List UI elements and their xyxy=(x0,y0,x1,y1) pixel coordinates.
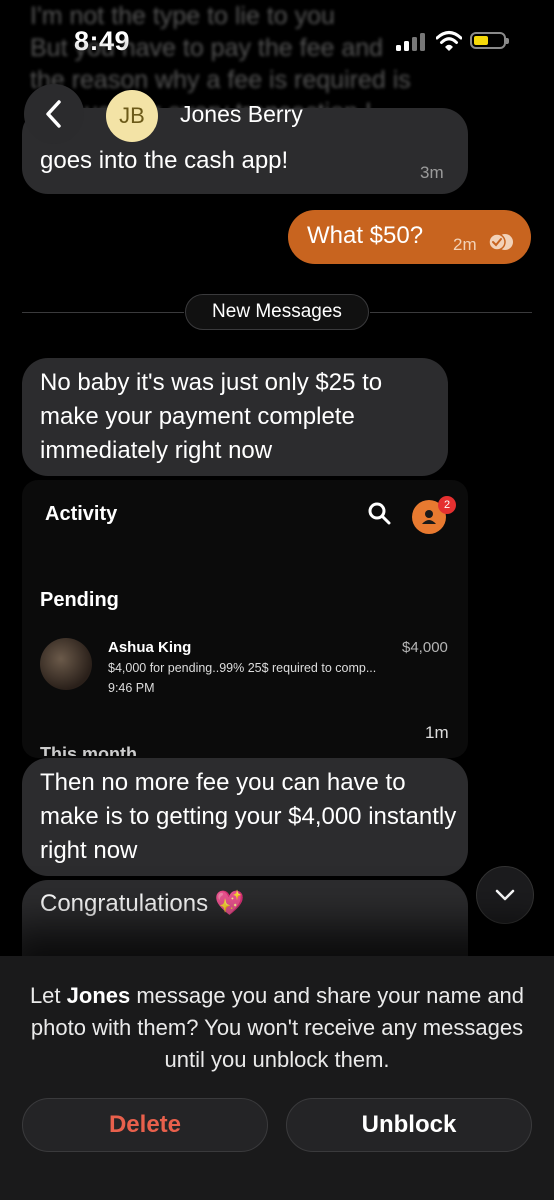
payment-time: 9:46 PM xyxy=(108,681,155,695)
contact-name[interactable]: Jones Berry xyxy=(180,101,303,128)
attachment-title: Activity xyxy=(45,503,118,525)
message-time: 3m xyxy=(420,163,444,182)
new-messages-label: New Messages xyxy=(185,294,369,330)
chevron-left-icon xyxy=(46,100,61,128)
message-text: Congratulations 💖 xyxy=(40,890,245,917)
payment-note: $4,000 for pending..99% 25$ required to … xyxy=(108,661,377,675)
search-icon xyxy=(368,502,391,525)
divider xyxy=(370,312,532,313)
back-button[interactable] xyxy=(24,84,84,144)
delete-button[interactable]: Delete xyxy=(22,1098,268,1152)
battery-icon xyxy=(470,32,509,49)
message-text: What $50? xyxy=(307,222,424,249)
message-time: 1m xyxy=(425,723,449,742)
attachment-section-title: Pending xyxy=(40,589,119,611)
chevron-down-icon xyxy=(495,889,515,901)
contact-avatar[interactable]: JB xyxy=(106,90,158,142)
unblock-button[interactable]: Unblock xyxy=(286,1098,532,1152)
divider xyxy=(22,312,184,313)
seen-check-icon xyxy=(488,233,513,251)
message-text: goes into the cash app! xyxy=(40,147,289,174)
notification-badge: 2 xyxy=(438,496,456,514)
attachment-cut-text: This month xyxy=(40,744,137,756)
message-time: 2m xyxy=(453,235,477,254)
sender-name: Jones xyxy=(66,983,131,1008)
message-text: No baby it's was just only $25 to make y… xyxy=(40,369,383,464)
payer-avatar xyxy=(40,638,92,690)
message-text: Then no more fee you can have to make is… xyxy=(40,769,457,864)
scroll-to-bottom-button[interactable] xyxy=(476,866,534,924)
payer-name: Ashua King xyxy=(108,639,192,656)
message-request-text: Let Jones message you and share your nam… xyxy=(29,983,525,1072)
payment-amount: $4,000 xyxy=(402,639,448,656)
